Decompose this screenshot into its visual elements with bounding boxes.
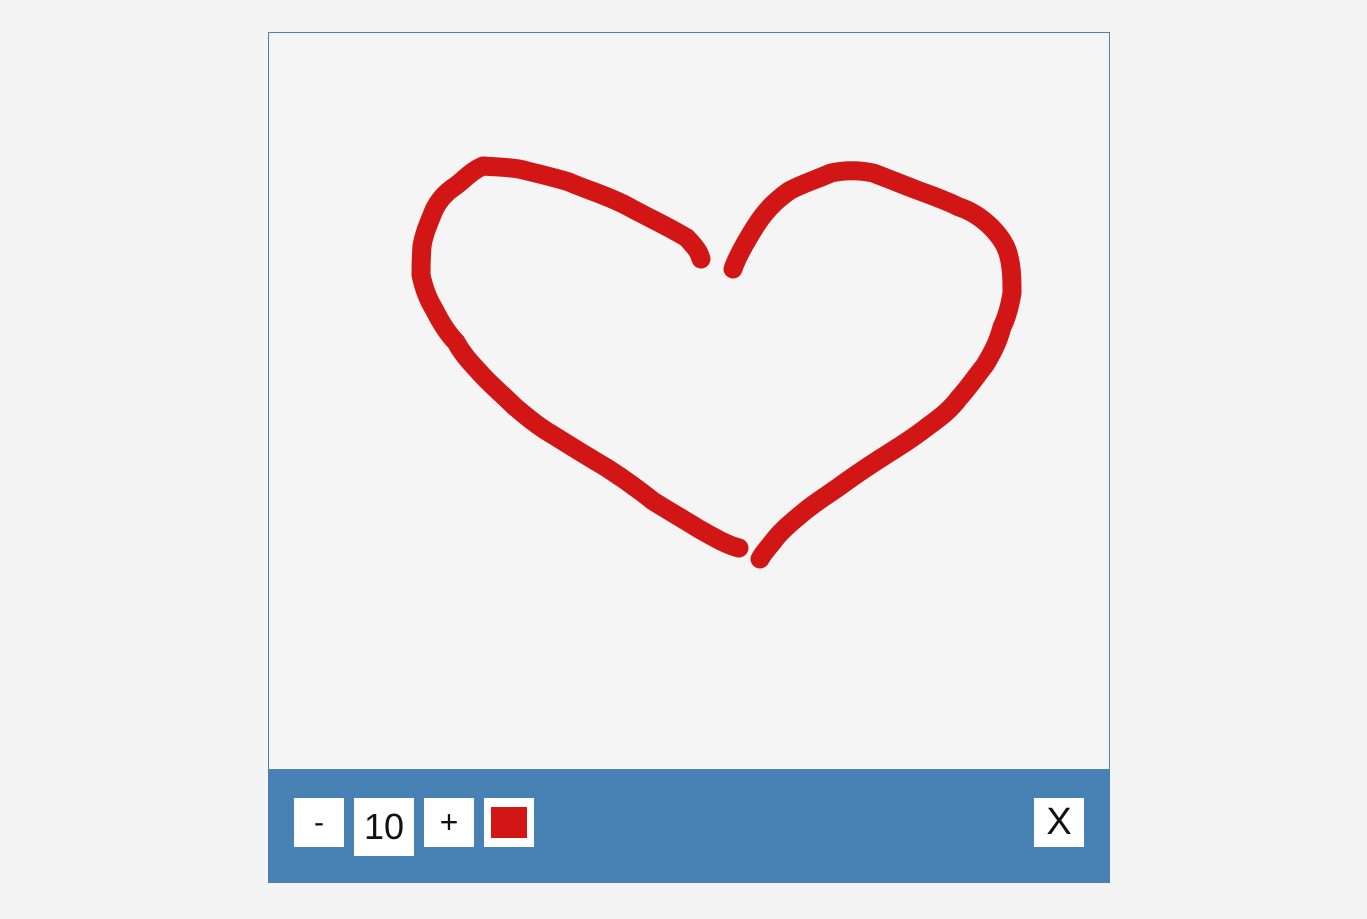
color-picker-button[interactable] [484, 798, 534, 847]
drawing-canvas[interactable] [268, 32, 1110, 770]
drawing-app: - 10 + X [268, 32, 1110, 883]
heart-left-stroke [411, 156, 749, 558]
decrease-size-button[interactable]: - [294, 798, 344, 847]
close-button[interactable]: X [1034, 798, 1084, 847]
brush-size-value: 10 [354, 798, 414, 856]
heart-right-stroke [723, 161, 1022, 569]
heart-drawing [411, 156, 1022, 569]
toolbar: - 10 + X [268, 770, 1110, 883]
increase-size-button[interactable]: + [424, 798, 474, 847]
color-swatch [491, 807, 527, 838]
